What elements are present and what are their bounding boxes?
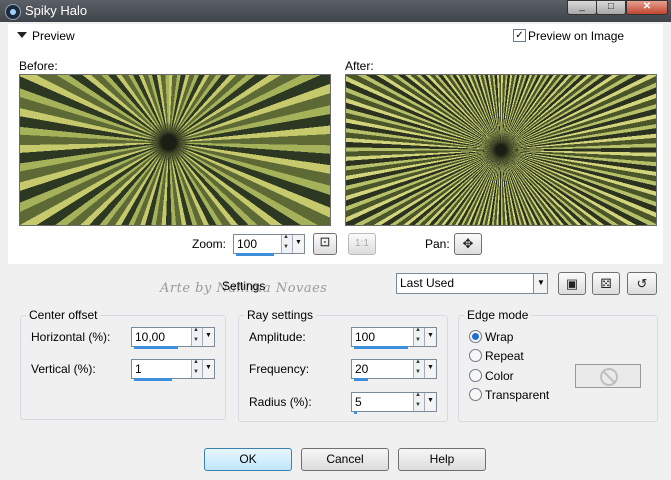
preset-select[interactable]: Last Used bbox=[396, 273, 548, 294]
maximize-button[interactable]: □ bbox=[596, 0, 626, 15]
close-button[interactable]: ✕ bbox=[626, 0, 668, 15]
preview-on-image-checkbox[interactable]: ✓ bbox=[513, 29, 526, 42]
pan-button[interactable]: ✥ bbox=[454, 233, 482, 255]
edge-mode-color-label[interactable]: Color bbox=[485, 369, 514, 383]
dice-icon: ⚄ bbox=[600, 276, 612, 291]
pan-label: Pan: bbox=[425, 237, 450, 251]
edge-mode-transparent-label[interactable]: Transparent bbox=[485, 388, 549, 402]
horizontal-label: Horizontal (%): bbox=[31, 330, 111, 344]
edge-mode-repeat-label[interactable]: Repeat bbox=[485, 349, 524, 363]
center-offset-title: Center offset bbox=[29, 308, 98, 322]
before-preview-image[interactable] bbox=[19, 74, 331, 226]
horizontal-stepper[interactable] bbox=[131, 327, 215, 349]
floppy-disk-icon: ▣ bbox=[565, 276, 579, 291]
frequency-label: Frequency: bbox=[249, 362, 310, 376]
amplitude-dropdown-arrow[interactable] bbox=[424, 328, 436, 346]
frequency-slider-bar[interactable] bbox=[354, 378, 368, 381]
app-icon bbox=[5, 4, 21, 20]
frequency-stepper[interactable] bbox=[351, 359, 437, 381]
vertical-stepper[interactable] bbox=[131, 359, 215, 381]
zoom-fit-icon: ⊡ bbox=[319, 234, 331, 249]
radius-spin-arrows[interactable] bbox=[413, 392, 424, 411]
preview-on-image-label[interactable]: Preview on Image bbox=[528, 29, 624, 43]
radius-slider-bar[interactable] bbox=[354, 411, 357, 414]
before-label: Before: bbox=[19, 59, 58, 73]
vertical-spin-arrows[interactable] bbox=[191, 359, 202, 378]
frequency-dropdown-arrow[interactable] bbox=[424, 360, 436, 378]
amplitude-spin-arrows[interactable] bbox=[413, 327, 424, 346]
edge-mode-transparent-radio[interactable] bbox=[469, 388, 482, 401]
radius-dropdown-arrow[interactable] bbox=[424, 393, 436, 411]
settings-bar: Arte by Nahima Novaes Settings Last Used… bbox=[8, 268, 663, 298]
title-bar: Spiky Halo _ □ ✕ bbox=[0, 0, 671, 22]
ray-settings-title: Ray settings bbox=[247, 308, 314, 322]
help-button[interactable]: Help bbox=[398, 448, 486, 471]
vertical-dropdown-arrow[interactable] bbox=[202, 360, 214, 378]
preview-panel: Preview ✓ Preview on Image Before: After… bbox=[8, 24, 663, 264]
ok-button[interactable]: OK bbox=[204, 448, 292, 471]
amplitude-slider-bar[interactable] bbox=[354, 346, 408, 349]
radius-input[interactable] bbox=[355, 394, 395, 409]
after-label: After: bbox=[345, 59, 374, 73]
minimize-button[interactable]: _ bbox=[567, 0, 597, 15]
collapse-arrow-icon[interactable] bbox=[16, 29, 27, 39]
vertical-label: Vertical (%): bbox=[31, 362, 96, 376]
zoom-spin-arrows[interactable] bbox=[281, 234, 292, 253]
edge-mode-color-radio[interactable] bbox=[469, 369, 482, 382]
actual-size-icon: 1:1 bbox=[355, 238, 369, 249]
zoom-fit-button[interactable]: ⊡ bbox=[313, 233, 337, 255]
window-title: Spiky Halo bbox=[25, 3, 88, 18]
radius-stepper[interactable] bbox=[351, 392, 437, 414]
amplitude-label: Amplitude: bbox=[249, 330, 306, 344]
preset-dropdown-arrow[interactable] bbox=[533, 274, 547, 293]
zoom-input[interactable] bbox=[237, 236, 277, 251]
settings-label: Settings bbox=[222, 279, 266, 293]
randomize-button[interactable]: ⚄ bbox=[592, 272, 620, 295]
vertical-input[interactable] bbox=[135, 361, 175, 376]
zoom-label: Zoom: bbox=[192, 237, 227, 251]
reset-button[interactable]: ↺ bbox=[627, 272, 657, 295]
horizontal-dropdown-arrow[interactable] bbox=[202, 328, 214, 346]
edge-color-swatch[interactable] bbox=[575, 364, 641, 388]
zoom-dropdown-arrow[interactable] bbox=[292, 235, 304, 253]
amplitude-input[interactable] bbox=[355, 329, 395, 344]
amplitude-stepper[interactable] bbox=[351, 327, 437, 349]
reset-icon: ↺ bbox=[636, 276, 648, 291]
edge-mode-title: Edge mode bbox=[467, 308, 529, 322]
after-preview-image[interactable] bbox=[345, 74, 657, 226]
radius-label: Radius (%): bbox=[249, 395, 312, 409]
actual-size-button[interactable]: 1:1 bbox=[348, 233, 376, 255]
cancel-button[interactable]: Cancel bbox=[301, 448, 389, 471]
frequency-spin-arrows[interactable] bbox=[413, 359, 424, 378]
horizontal-slider-bar[interactable] bbox=[134, 346, 178, 349]
pan-move-icon: ✥ bbox=[462, 236, 474, 251]
frequency-input[interactable] bbox=[355, 361, 395, 376]
save-preset-button[interactable]: ▣ bbox=[558, 272, 586, 295]
preset-value: Last Used bbox=[400, 276, 455, 290]
horizontal-spin-arrows[interactable] bbox=[191, 327, 202, 346]
zoom-slider-bar[interactable] bbox=[236, 253, 274, 256]
zoom-stepper[interactable] bbox=[233, 234, 305, 256]
edge-mode-wrap-radio[interactable] bbox=[469, 330, 482, 343]
no-color-icon bbox=[600, 368, 618, 386]
vertical-slider-bar[interactable] bbox=[134, 378, 172, 381]
horizontal-input[interactable] bbox=[135, 329, 175, 344]
preview-toggle-label[interactable]: Preview bbox=[32, 29, 75, 43]
edge-mode-wrap-label[interactable]: Wrap bbox=[485, 330, 513, 344]
edge-mode-repeat-radio[interactable] bbox=[469, 349, 482, 362]
